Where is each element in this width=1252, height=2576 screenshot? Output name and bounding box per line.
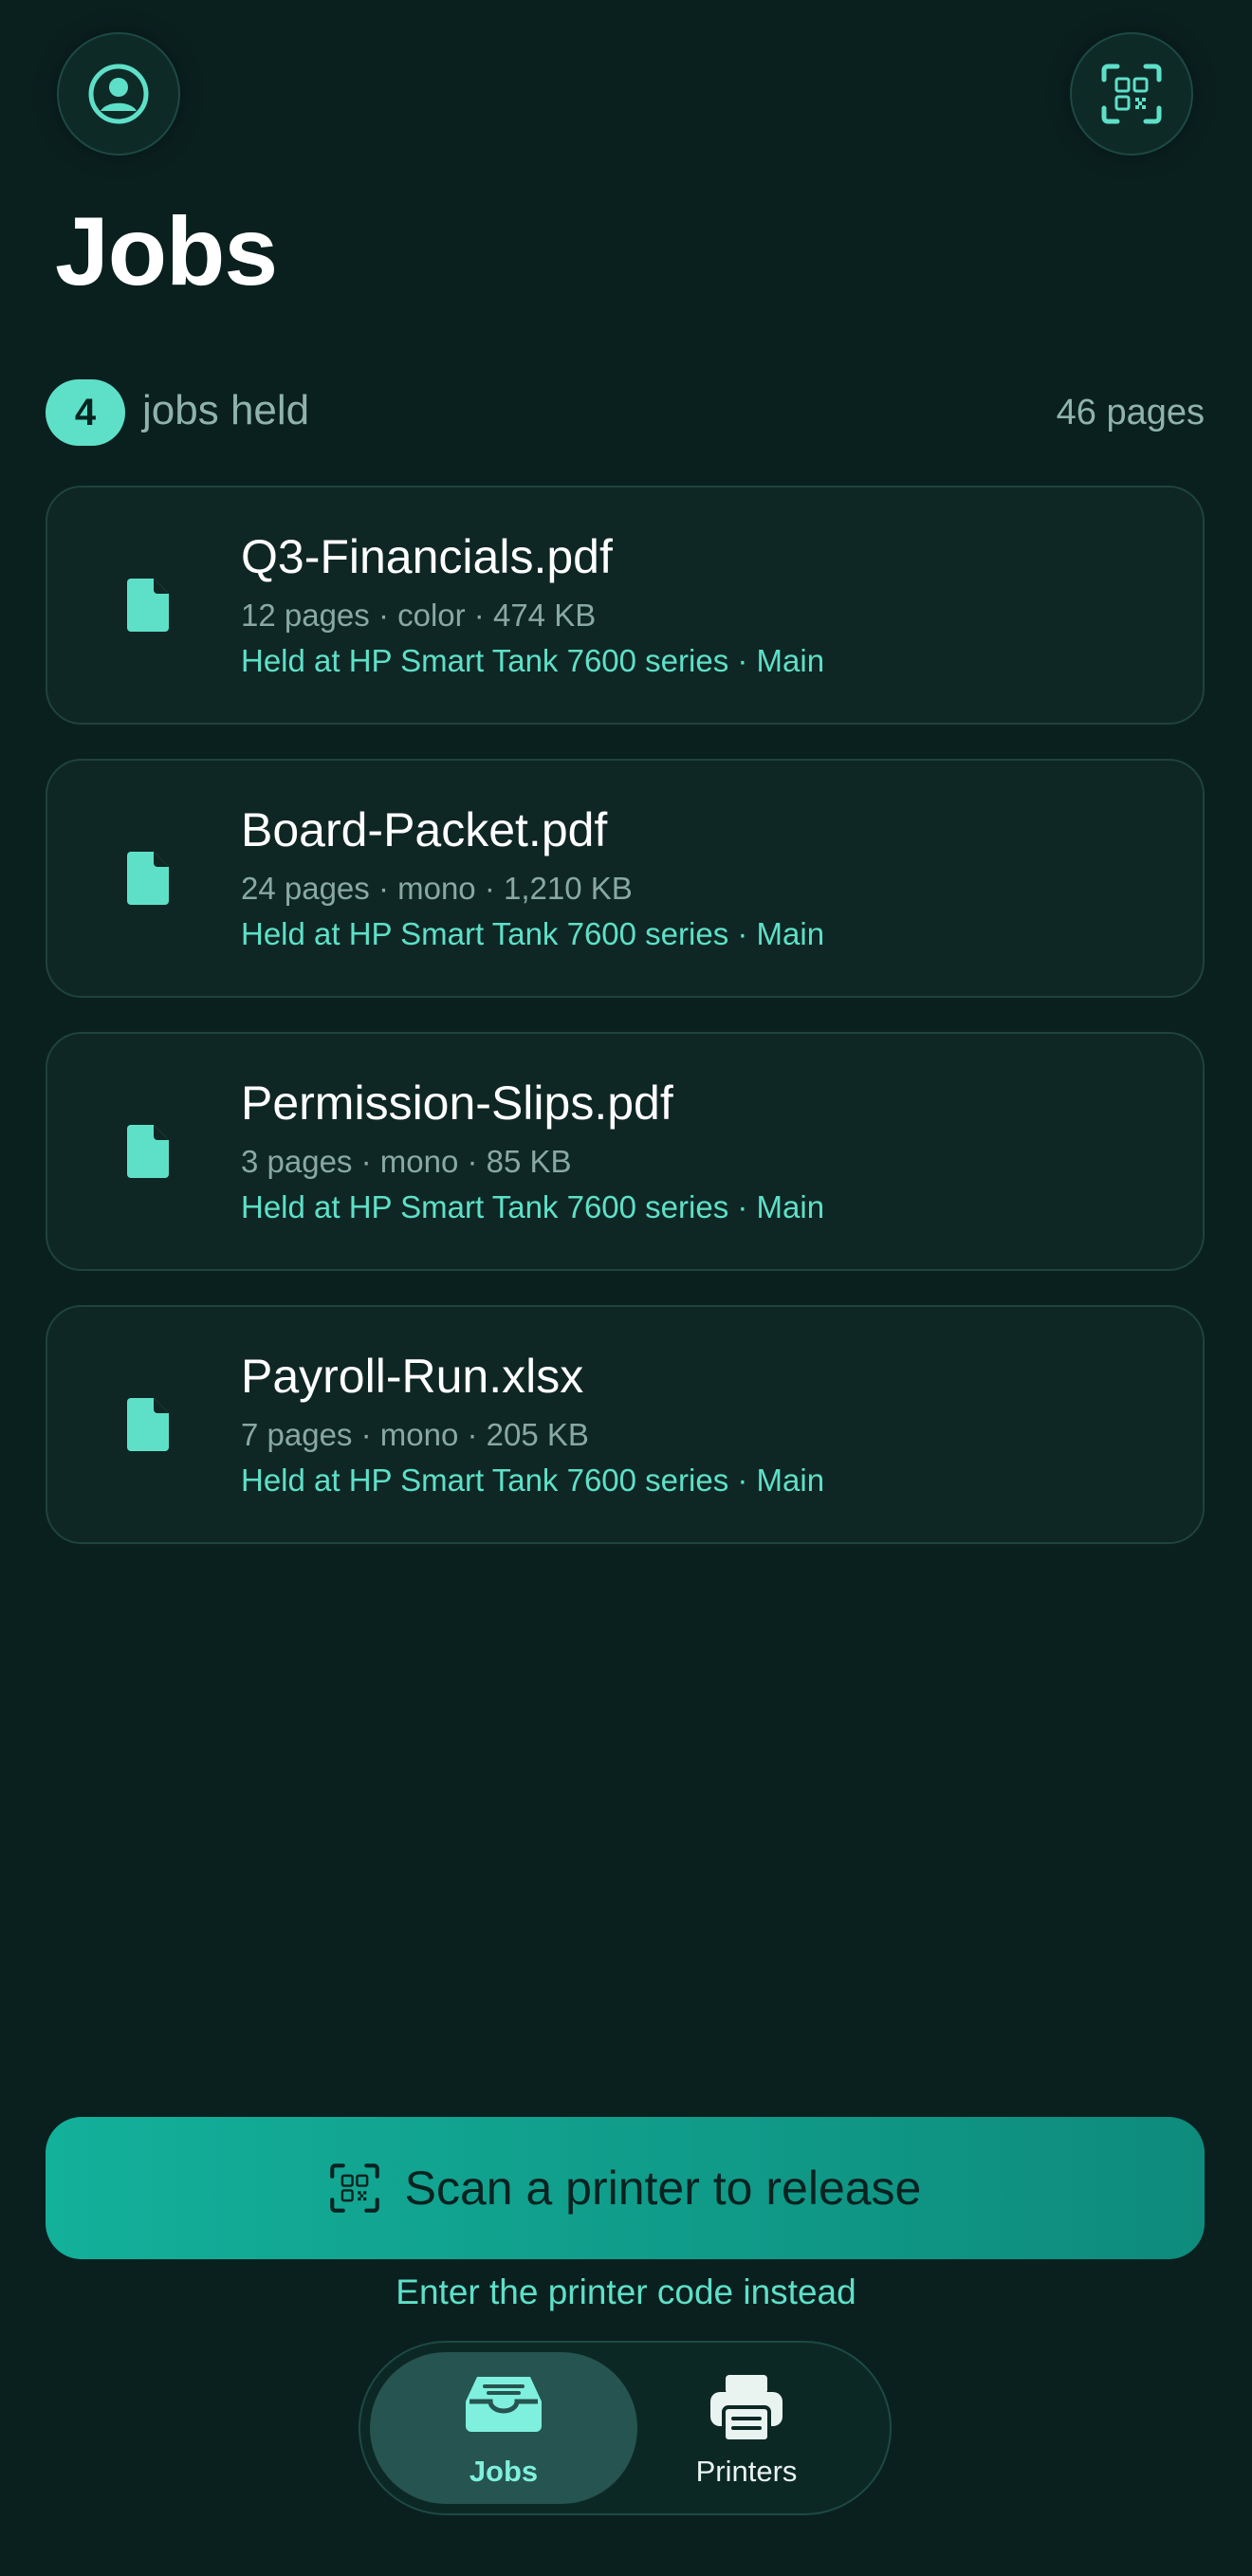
inbox-tray-icon [466, 2377, 542, 2432]
job-list: Q3-Financials.pdf 12 pages · color · 474… [46, 486, 1205, 1578]
job-name: Permission-Slips.pdf [241, 1076, 673, 1130]
account-button[interactable] [57, 32, 180, 156]
scan-qr-button[interactable] [1070, 32, 1193, 156]
tab-printers-label: Printers [695, 2455, 798, 2488]
tab-printers[interactable]: Printers [613, 2352, 880, 2504]
job-meta: 7 pages · mono · 205 KB [241, 1417, 589, 1452]
page-title: Jobs [55, 197, 278, 305]
job-meta: 3 pages · mono · 85 KB [241, 1144, 572, 1179]
tab-bar: Jobs Printers [359, 2341, 892, 2515]
job-location: Held at HP Smart Tank 7600 series · Main [241, 1463, 825, 1498]
enter-code-link[interactable]: Enter the printer code instead [0, 2272, 1252, 2312]
pages-total: 46 pages [1056, 393, 1205, 432]
scan-printer-label: Scan a printer to release [404, 2162, 922, 2215]
job-count-badge: 4 [46, 379, 125, 446]
job-name: Board-Packet.pdf [241, 803, 608, 856]
document-icon [127, 1125, 169, 1178]
user-circle-icon [88, 64, 149, 124]
job-location: Held at HP Smart Tank 7600 series · Main [241, 1189, 825, 1224]
job-name: Q3-Financials.pdf [241, 530, 613, 583]
job-card[interactable]: Permission-Slips.pdf 3 pages · mono · 85… [46, 1032, 1205, 1271]
qr-scan-icon [1101, 64, 1162, 124]
job-count-label: jobs held [142, 387, 310, 433]
qr-scan-icon [329, 2163, 379, 2213]
job-location: Held at HP Smart Tank 7600 series · Main [241, 643, 825, 678]
job-card[interactable]: Payroll-Run.xlsx 7 pages · mono · 205 KB… [46, 1305, 1205, 1544]
job-meta: 24 pages · mono · 1,210 KB [241, 871, 633, 906]
document-icon [127, 579, 169, 632]
job-meta: 12 pages · color · 474 KB [241, 598, 597, 633]
tab-jobs[interactable]: Jobs [370, 2352, 637, 2504]
job-card[interactable]: Q3-Financials.pdf 12 pages · color · 474… [46, 486, 1205, 725]
job-name: Payroll-Run.xlsx [241, 1350, 584, 1403]
jobs-summary: 4 jobs held 46 pages [46, 379, 1205, 448]
scan-printer-button[interactable]: Scan a printer to release [46, 2117, 1205, 2259]
tab-jobs-label: Jobs [469, 2455, 539, 2488]
job-card[interactable]: Board-Packet.pdf 24 pages · mono · 1,210… [46, 759, 1205, 998]
job-location: Held at HP Smart Tank 7600 series · Main [241, 916, 825, 951]
document-icon [127, 1398, 169, 1451]
document-icon [127, 852, 169, 905]
printer-icon [710, 2375, 782, 2443]
